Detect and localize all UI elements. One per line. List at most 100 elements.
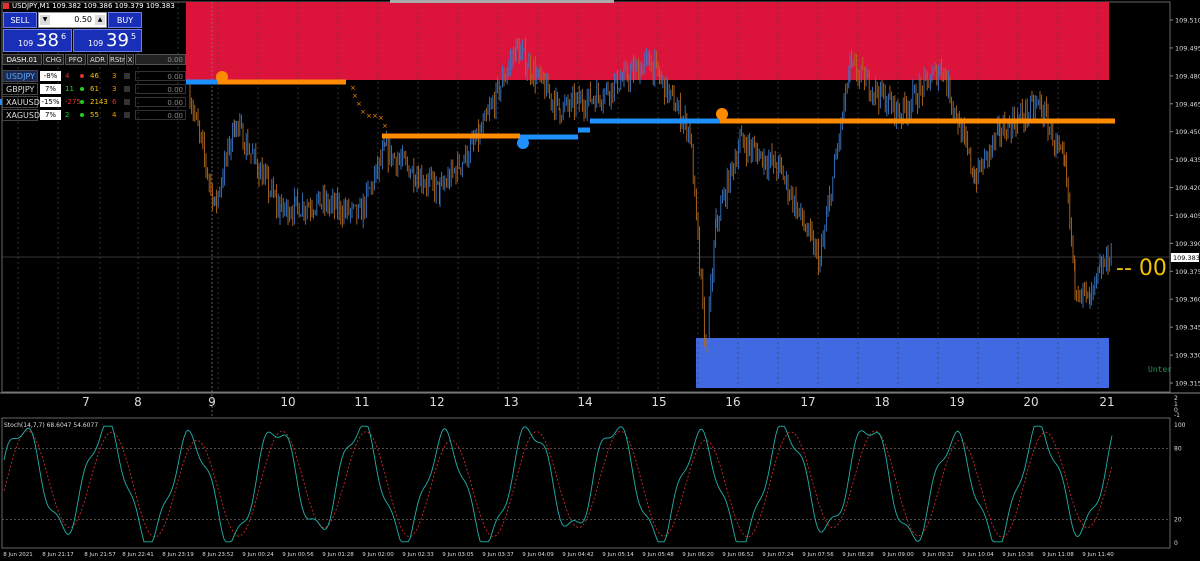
sub-axis: 210-1 <box>1174 395 1180 419</box>
lot-decrease-icon[interactable]: ▼ <box>40 15 50 25</box>
bid-price-button[interactable]: 109 38 6 <box>3 29 72 52</box>
row-rstr: 6 <box>112 98 117 106</box>
row-chg: -8% <box>40 71 61 81</box>
time-label: 9 Jun 11:40 <box>1082 552 1114 558</box>
time-label: 9 Jun 03:05 <box>442 552 474 558</box>
row-symbol[interactable]: USDJPY <box>2 70 38 82</box>
level-dot <box>517 137 529 149</box>
time-label: 9 Jun 06:52 <box>722 552 753 558</box>
row-marker-icon <box>0 99 2 105</box>
current-price-tag: 109.383 <box>1173 254 1200 262</box>
indicator-pane[interactable] <box>1 417 1171 549</box>
day-label: 10 <box>280 395 295 409</box>
dashboard-row[interactable]: GBPJPY 7% 11 61 3 0.00 <box>0 83 187 95</box>
lot-value[interactable]: 0.50 <box>74 15 92 24</box>
time-axis: 8 Jun 2021 8 Jun 21:17 8 Jun 21:57 8 Jun 22… <box>3 552 1114 558</box>
price-tick-label: 109.315 <box>1175 380 1200 388</box>
row-toggle-icon[interactable] <box>124 112 130 118</box>
dash-total: 0.00 <box>135 54 186 65</box>
row-adr: 46 <box>90 72 99 80</box>
dashboard-row[interactable]: USDJPY -8% 4 46 3 0.00 <box>0 70 187 82</box>
row-pfo: 4 <box>65 72 70 80</box>
time-label: 9 Jun 09:00 <box>882 552 914 558</box>
level-marker: × <box>382 122 388 130</box>
time-label: 9 Jun 00:56 <box>282 552 314 558</box>
sell-button[interactable]: SELL <box>3 12 37 28</box>
day-label: 19 <box>949 395 964 409</box>
dash-header-rstr[interactable]: RStr <box>109 54 125 65</box>
time-label: 8 Jun 23:19 <box>162 552 194 558</box>
day-label: 20 <box>1023 395 1038 409</box>
price-tick-label: 109.375 <box>1175 268 1200 276</box>
price-tick-label: 109.435 <box>1175 156 1200 164</box>
status-dot-icon <box>80 100 84 104</box>
price-tick-label: 109.420 <box>1175 184 1200 192</box>
price-tick-label: 109.360 <box>1175 296 1200 304</box>
time-label: 9 Jun 01:28 <box>322 552 354 558</box>
time-label: 9 Jun 04:09 <box>522 552 554 558</box>
dash-header-adr[interactable]: ADR <box>87 54 108 65</box>
lot-increase-icon[interactable]: ▲ <box>95 15 105 25</box>
time-label: 9 Jun 09:32 <box>922 552 953 558</box>
row-toggle-icon[interactable] <box>124 73 130 79</box>
sell-zone <box>186 2 1109 80</box>
level-marker: × <box>372 112 378 120</box>
time-label: 9 Jun 03:37 <box>482 552 514 558</box>
status-dot-icon <box>80 113 84 117</box>
ask-price-button[interactable]: 109 39 5 <box>73 29 142 52</box>
sub-axis-label: -1 <box>1174 412 1180 419</box>
time-label: 9 Jun 02:00 <box>362 552 394 558</box>
dash-header-chg[interactable]: CHG <box>43 54 64 65</box>
dash-close-button[interactable]: X <box>126 54 134 65</box>
right-edge-label: -- 00 <box>1116 256 1167 281</box>
row-rstr: 4 <box>112 111 117 119</box>
day-label: 16 <box>725 395 740 409</box>
row-symbol[interactable]: XAGUSD <box>2 109 40 121</box>
time-label: 9 Jun 07:24 <box>762 552 794 558</box>
price-tick-label: 109.465 <box>1175 100 1200 108</box>
buy-button[interactable]: BUY <box>108 12 142 28</box>
price-tick-label: 109.405 <box>1175 212 1200 220</box>
row-symbol[interactable]: GBPJPY <box>2 83 38 95</box>
time-label: 8 Jun 2021 <box>3 552 33 558</box>
price-tick-label: 109.345 <box>1175 324 1200 332</box>
day-label: 12 <box>429 395 444 409</box>
row-pl: 0.00 <box>135 97 186 107</box>
day-labels: 7 8 9 10 11 12 13 14 15 16 17 18 19 20 21 <box>82 395 1114 409</box>
dashboard-row[interactable]: XAUUSD -15% -275 2143 6 0.00 <box>0 96 187 108</box>
price-tick-label: 109.480 <box>1175 72 1200 80</box>
price-tick-label: 109.510 <box>1175 17 1200 25</box>
dashboard-row[interactable]: XAGUSD 7% 2 55 4 0.00 <box>0 109 187 121</box>
time-label: 9 Jun 04:42 <box>562 552 593 558</box>
symbol-icon <box>3 3 9 9</box>
row-pfo: 11 <box>65 85 74 93</box>
row-rstr: 3 <box>112 72 117 80</box>
row-pl: 0.00 <box>135 110 186 120</box>
row-adr: 2143 <box>90 98 108 106</box>
level-marker: × <box>352 92 358 100</box>
indicator-level-label: 100 <box>1174 422 1186 429</box>
day-label: 13 <box>503 395 518 409</box>
indicator-label: Stoch(14,7,7) 68.6047 54.6077 <box>4 422 99 429</box>
price-tick-label: 109.495 <box>1175 44 1200 52</box>
dash-header-pfo[interactable]: PFO <box>65 54 86 65</box>
level-dot <box>216 71 228 83</box>
time-label: 9 Jun 11:08 <box>1042 552 1074 558</box>
lot-size-field[interactable]: ▼ 0.50 ▲ <box>38 12 107 28</box>
row-toggle-icon[interactable] <box>124 86 130 92</box>
day-label: 14 <box>577 395 592 409</box>
time-label: 9 Jun 00:24 <box>242 552 274 558</box>
row-pfo: 2 <box>65 111 70 119</box>
day-label: 15 <box>651 395 666 409</box>
level-marker: × <box>356 100 362 108</box>
day-label: 21 <box>1099 395 1114 409</box>
row-chg: 7% <box>40 110 61 120</box>
status-dot-icon <box>80 74 84 78</box>
scroll-marker[interactable] <box>390 0 614 3</box>
level-dot <box>716 108 728 120</box>
day-label: 17 <box>800 395 815 409</box>
row-symbol[interactable]: XAUUSD <box>2 96 40 108</box>
row-adr: 55 <box>90 111 99 119</box>
indicator-level-label: 80 <box>1174 446 1182 453</box>
row-toggle-icon[interactable] <box>124 99 130 105</box>
